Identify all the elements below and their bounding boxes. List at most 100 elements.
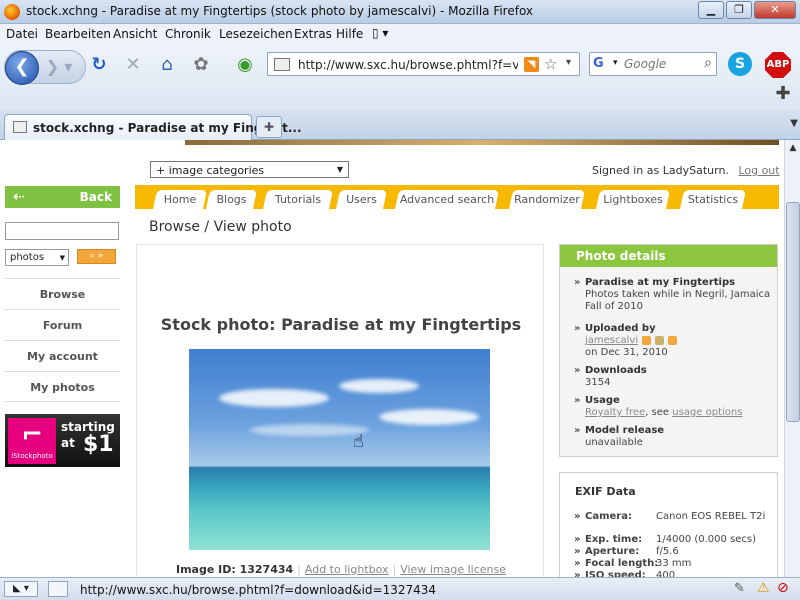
sidebar-item-browse[interactable]: Browse bbox=[5, 278, 120, 309]
menu-datei[interactable]: Datei bbox=[6, 27, 38, 41]
scroll-up-icon[interactable]: ▲ bbox=[785, 140, 800, 156]
back-arrow-icon[interactable]: ❮ bbox=[5, 51, 39, 85]
search-icon[interactable]: ⌕ bbox=[704, 55, 712, 71]
vertical-scrollbar[interactable]: ▲ bbox=[784, 140, 800, 577]
ad-line-2: at bbox=[61, 436, 75, 450]
google-engine-icon[interactable]: G bbox=[593, 56, 611, 72]
maximize-icon[interactable]: ❐ bbox=[726, 1, 752, 19]
exif-value: 400 bbox=[656, 570, 676, 577]
new-tab-icon[interactable]: ✚ bbox=[256, 116, 282, 138]
scrollbar-thumb[interactable] bbox=[786, 202, 800, 422]
tab-list-icon[interactable]: ▼ bbox=[790, 118, 798, 129]
nav-tab-randomizer[interactable]: Randomizer bbox=[508, 190, 586, 209]
address-bar[interactable]: http://www.sxc.hu/browse.phtml?f=view&id… bbox=[267, 52, 580, 76]
back-forward-group: ❮ ❯ ▾ bbox=[4, 50, 86, 85]
nav-tab-lightboxes[interactable]: Lightboxes bbox=[595, 190, 671, 209]
search-bar[interactable]: G ▾ ⌕ bbox=[589, 52, 717, 76]
menu-bearbeiten[interactable]: Bearbeiten bbox=[45, 27, 111, 41]
back-arrow-icon: ⇠ bbox=[13, 189, 25, 205]
photo-details-panel: Photo details » Paradise at my Fingterti… bbox=[559, 244, 778, 457]
search-icon: ⌕ » bbox=[89, 251, 104, 261]
adblock-icon[interactable]: ABP bbox=[765, 52, 791, 78]
security-icon[interactable]: ✎ bbox=[734, 581, 745, 596]
istockphoto-ad[interactable]: ⌐ iStockphoto starting at $1 bbox=[5, 414, 120, 467]
bullet: » bbox=[574, 365, 581, 376]
bookmark-toolbar-icon[interactable]: ▯ ▾ bbox=[372, 26, 388, 40]
engine-dropdown-icon[interactable]: ▾ bbox=[613, 58, 618, 68]
stop-icon[interactable]: ✕ bbox=[122, 54, 144, 76]
bookmark-star-icon[interactable]: ☆ bbox=[544, 55, 557, 73]
warning-icon[interactable]: ⚠ bbox=[757, 580, 770, 596]
sidebar-item-my-account[interactable]: My account bbox=[5, 340, 120, 371]
rss-icon[interactable] bbox=[668, 335, 678, 345]
error-icon[interactable]: ⊘ bbox=[777, 580, 789, 596]
bullet: » bbox=[574, 425, 581, 436]
nav-tab-label: Lightboxes bbox=[603, 193, 663, 206]
toolbar-add-icon[interactable]: ✚ bbox=[773, 84, 793, 104]
feed-reader-icon[interactable]: ◉ bbox=[234, 54, 256, 76]
menu-hilfe[interactable]: Hilfe bbox=[336, 27, 363, 41]
menu-chronik[interactable]: Chronik bbox=[165, 27, 211, 41]
sidebar-item-forum[interactable]: Forum bbox=[5, 309, 120, 340]
bullet: » bbox=[574, 323, 581, 334]
nav-tab-advanced-search[interactable]: Advanced search bbox=[394, 190, 500, 209]
search-type-select[interactable]: photos ▼ bbox=[5, 249, 69, 266]
uploader-stats-icon[interactable] bbox=[642, 335, 652, 345]
url-text[interactable]: http://www.sxc.hu/browse.phtml?f=view&id… bbox=[298, 58, 518, 72]
keyboard-icon[interactable] bbox=[48, 581, 68, 597]
sidebar-search-input[interactable] bbox=[5, 222, 119, 240]
addon-bar-icon[interactable]: ◣ ▾ bbox=[4, 581, 38, 597]
usage-label: Usage bbox=[585, 395, 620, 406]
separator: | bbox=[297, 563, 301, 576]
logout-link[interactable]: Log out bbox=[738, 164, 779, 177]
close-icon[interactable]: ✕ bbox=[754, 1, 796, 19]
cloud bbox=[339, 379, 419, 393]
nav-tab-home[interactable]: Home bbox=[152, 190, 208, 209]
nav-tab-label: Statistics bbox=[687, 193, 739, 206]
skype-icon[interactable]: S bbox=[728, 52, 752, 76]
addon-icon[interactable]: ✿ bbox=[190, 54, 212, 76]
search-input[interactable] bbox=[624, 56, 694, 72]
menu-lesezeichen[interactable]: Lesezeichen bbox=[219, 27, 293, 41]
chevron-down-icon: ▼ bbox=[59, 254, 65, 262]
view-license-link[interactable]: View image license bbox=[400, 563, 506, 576]
title-bar: stock.xchng - Paradise at my Fingtertips… bbox=[0, 0, 800, 24]
url-dropdown-icon[interactable]: ▾ bbox=[566, 57, 571, 68]
separator: | bbox=[392, 563, 397, 576]
detail-usage: » Usage Royalty free, see usage options bbox=[574, 395, 742, 419]
back-button[interactable]: ⇠ Back bbox=[5, 186, 120, 208]
status-bar: ◣ ▾ http://www.sxc.hu/browse.phtml?f=dow… bbox=[0, 577, 800, 600]
royalty-free-link[interactable]: Royalty free bbox=[585, 407, 645, 418]
forward-arrow-icon[interactable]: ❯ ▾ bbox=[45, 58, 73, 78]
exif-panel: EXIF Data » Camera: Canon EOS REBEL T2i … bbox=[559, 472, 778, 577]
bullet: » bbox=[574, 534, 581, 545]
reload-icon[interactable]: ↻ bbox=[88, 54, 110, 76]
bullet: » bbox=[574, 570, 581, 577]
detail-title: » Paradise at my Fingtertips Photos taken… bbox=[574, 277, 777, 313]
home-icon[interactable]: ⌂ bbox=[156, 54, 178, 76]
nav-tab-tutorials[interactable]: Tutorials bbox=[262, 190, 334, 209]
menu-ansicht[interactable]: Ansicht bbox=[113, 27, 157, 41]
minimize-icon[interactable]: ▁ bbox=[698, 1, 724, 19]
sidebar-item-my-photos[interactable]: My photos bbox=[5, 371, 120, 402]
usage-options-link[interactable]: usage options bbox=[672, 407, 742, 418]
breadcrumb: Browse / View photo bbox=[149, 219, 292, 235]
menu-extras[interactable]: Extras bbox=[294, 27, 332, 41]
upload-date: on Dec 31, 2010 bbox=[585, 347, 668, 358]
add-contact-icon[interactable] bbox=[655, 335, 665, 345]
nav-tab-users[interactable]: Users bbox=[335, 190, 388, 209]
uploaded-label: Uploaded by bbox=[585, 323, 656, 334]
category-select[interactable]: + image categories ▼ bbox=[150, 161, 349, 178]
exif-key: Camera: bbox=[585, 511, 632, 522]
tab-active[interactable]: stock.xchng - Paradise at my Fingtert... bbox=[4, 114, 302, 140]
stock-photo[interactable]: ☝ bbox=[189, 349, 490, 550]
nav-tab-blogs[interactable]: Blogs bbox=[205, 190, 258, 209]
rss-icon[interactable]: ◥ bbox=[524, 57, 539, 72]
sidebar-search-button[interactable]: ⌕ » bbox=[77, 249, 116, 264]
add-to-lightbox-link[interactable]: Add to lightbox bbox=[305, 563, 389, 576]
exif-key: Exp. time: bbox=[585, 534, 643, 545]
nav-tab-statistics[interactable]: Statistics bbox=[679, 190, 747, 209]
cloud bbox=[379, 409, 479, 425]
uploader-link[interactable]: jamescalvi bbox=[585, 335, 638, 346]
menu-bar: Datei Bearbeiten Ansicht Chronik Lesezei… bbox=[0, 24, 800, 44]
